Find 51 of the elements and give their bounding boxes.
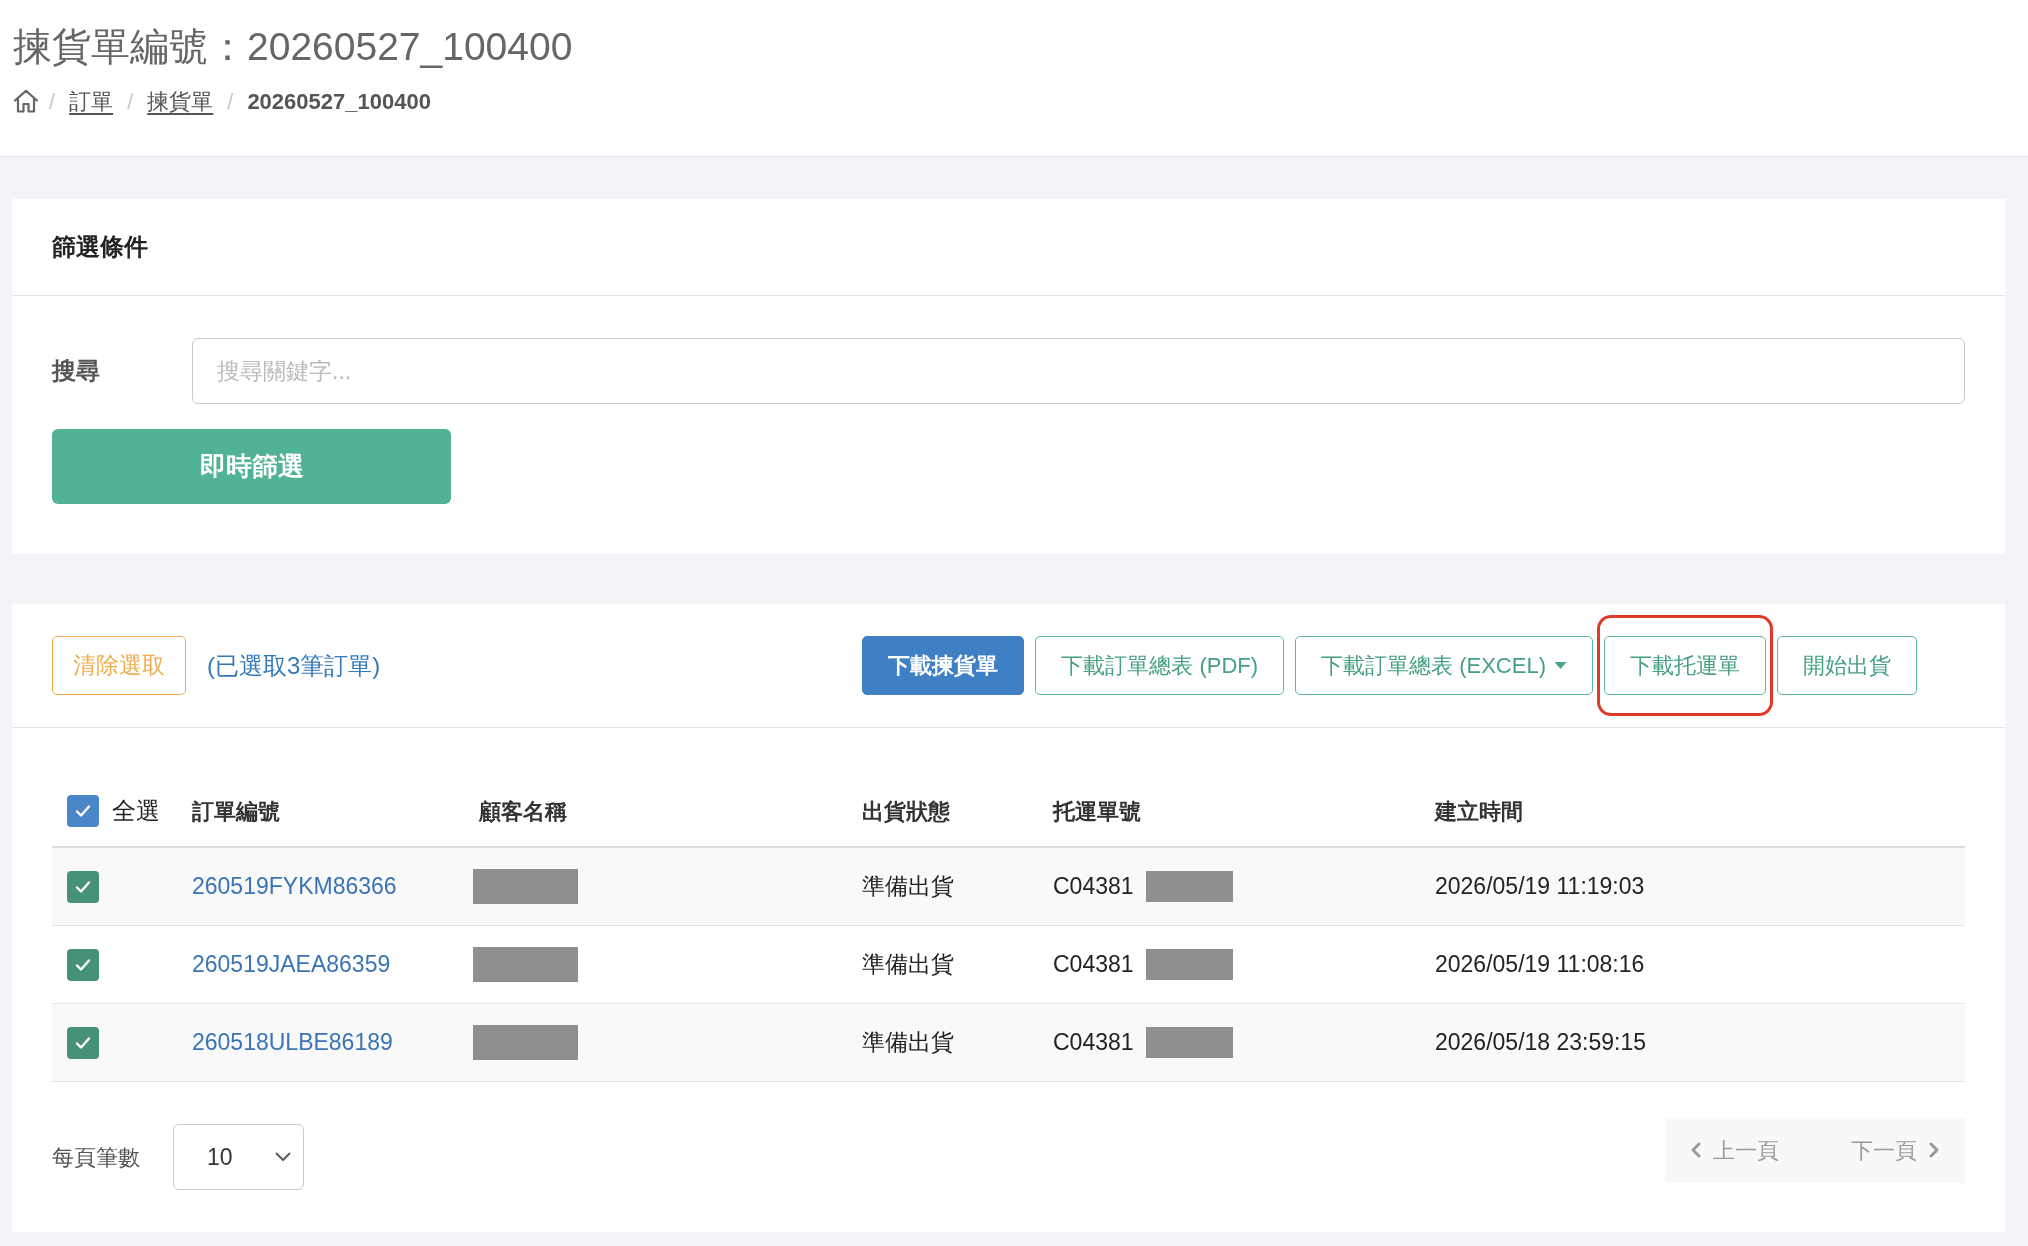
breadcrumb-separator: /: [48, 87, 57, 116]
table-cell-text: 2026/05/18 23:59:15: [1435, 1028, 1647, 1058]
action-button[interactable]: 開始出貨: [1777, 636, 1917, 695]
breadcrumb-separator: /: [126, 87, 135, 116]
checkmark-icon: [73, 956, 93, 973]
clear-selection-button[interactable]: 清除選取: [52, 636, 186, 695]
order-number-link[interactable]: 260519FYKM86366: [192, 869, 397, 904]
column-header: 訂單編號: [192, 797, 280, 826]
table-cell-text: 2026/05/19 11:19:03: [1435, 872, 1645, 902]
order-number-link[interactable]: 260518ULBE86189: [192, 1025, 393, 1060]
checkmark-icon: [73, 1034, 93, 1051]
search-field[interactable]: 搜尋關鍵字...: [192, 338, 1965, 404]
table-cell-text: 準備出貨: [862, 1028, 954, 1058]
breadcrumb-current: 20260527_100400: [246, 87, 432, 116]
page-title: 揀貨單編號：20260527_100400: [13, 24, 574, 70]
breadcrumb-link[interactable]: 訂單: [65, 84, 118, 118]
filter-title: 篩選條件: [52, 232, 148, 262]
action-button[interactable]: 下載訂單總表 (PDF): [1035, 636, 1285, 695]
checkmark-icon: [73, 803, 93, 819]
checkmark-icon: [73, 878, 93, 895]
page-size-select[interactable]: 10: [173, 1124, 304, 1190]
chevron-down-icon: [275, 1152, 291, 1162]
checkbox[interactable]: [67, 948, 99, 981]
table-cell-text: 2026/05/19 11:08:16: [1435, 950, 1645, 980]
search-label: 搜尋: [52, 356, 101, 386]
filter-button[interactable]: 即時篩選: [52, 429, 451, 504]
action-button[interactable]: 下載訂單總表 (EXCEL): [1295, 636, 1593, 695]
table-cell-text: C04381: [1053, 872, 1134, 902]
breadcrumb-separator: /: [226, 87, 235, 116]
table-cell-text: 準備出貨: [862, 950, 954, 980]
chevron-right-icon: [1929, 1142, 1939, 1158]
action-button[interactable]: 下載揀貨單: [862, 636, 1025, 695]
column-header: 顧客名稱: [479, 797, 567, 826]
table-cell-text: C04381: [1053, 950, 1134, 980]
checkbox[interactable]: [67, 870, 99, 903]
checkbox[interactable]: [67, 1026, 99, 1059]
column-header: 建立時間: [1435, 797, 1523, 826]
page-size-label: 每頁筆數: [52, 1143, 141, 1172]
column-header: 出貨狀態: [862, 797, 950, 826]
chevron-left-icon: [1691, 1142, 1701, 1158]
home-icon[interactable]: [13, 89, 39, 113]
table-cell-text: C04381: [1053, 1028, 1134, 1058]
action-button[interactable]: 下載托運單: [1604, 636, 1766, 695]
select-all-label: 全選: [112, 796, 160, 826]
selection-summary: (已選取3筆訂單): [207, 650, 381, 681]
order-number-link[interactable]: 260519JAEA86359: [192, 947, 391, 982]
table-cell-text: 準備出貨: [862, 872, 954, 902]
breadcrumb-link[interactable]: 揀貨單: [143, 84, 218, 118]
caret-down-icon: [1554, 662, 1567, 669]
checkbox[interactable]: [67, 795, 99, 827]
column-header: 托運單號: [1053, 797, 1141, 826]
